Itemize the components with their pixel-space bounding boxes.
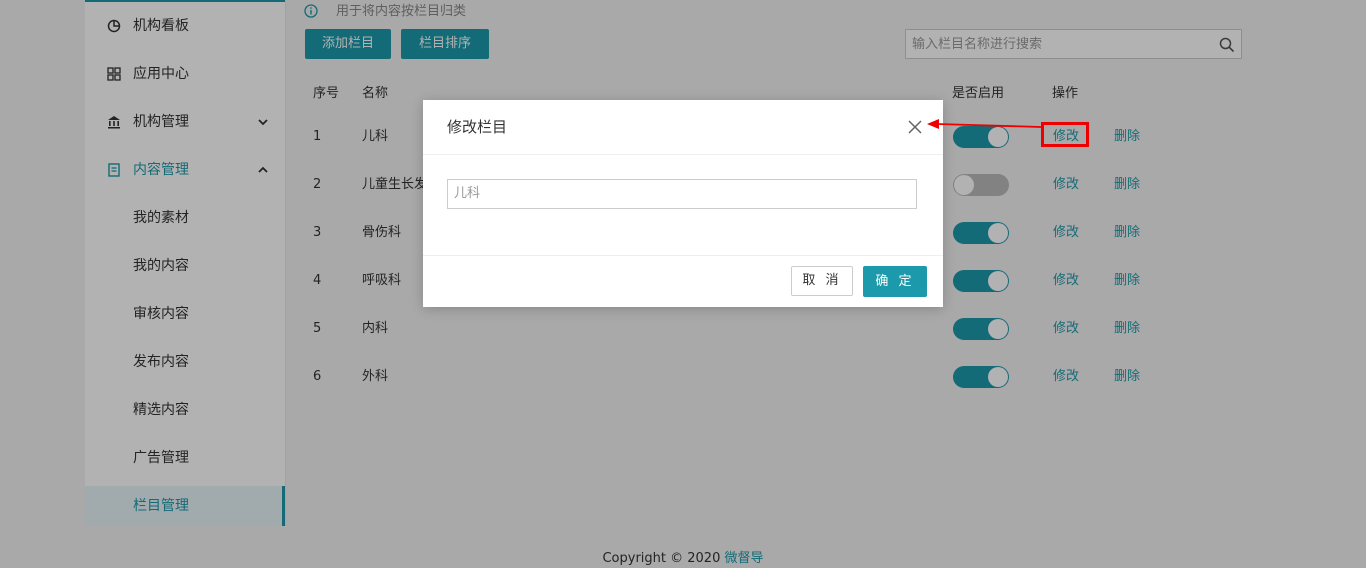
dialog-divider (423, 255, 943, 256)
dialog-title: 修改栏目 (447, 118, 508, 136)
confirm-button[interactable]: 确 定 (863, 266, 927, 297)
cancel-button[interactable]: 取 消 (791, 266, 853, 296)
edit-column-dialog: 修改栏目 取 消 确 定 (423, 100, 943, 307)
column-name-input[interactable] (447, 179, 917, 209)
dialog-divider (423, 154, 943, 155)
annotation-highlight-box (1041, 122, 1089, 147)
annotation-arrow-icon (927, 119, 1042, 129)
close-icon[interactable] (907, 119, 923, 135)
